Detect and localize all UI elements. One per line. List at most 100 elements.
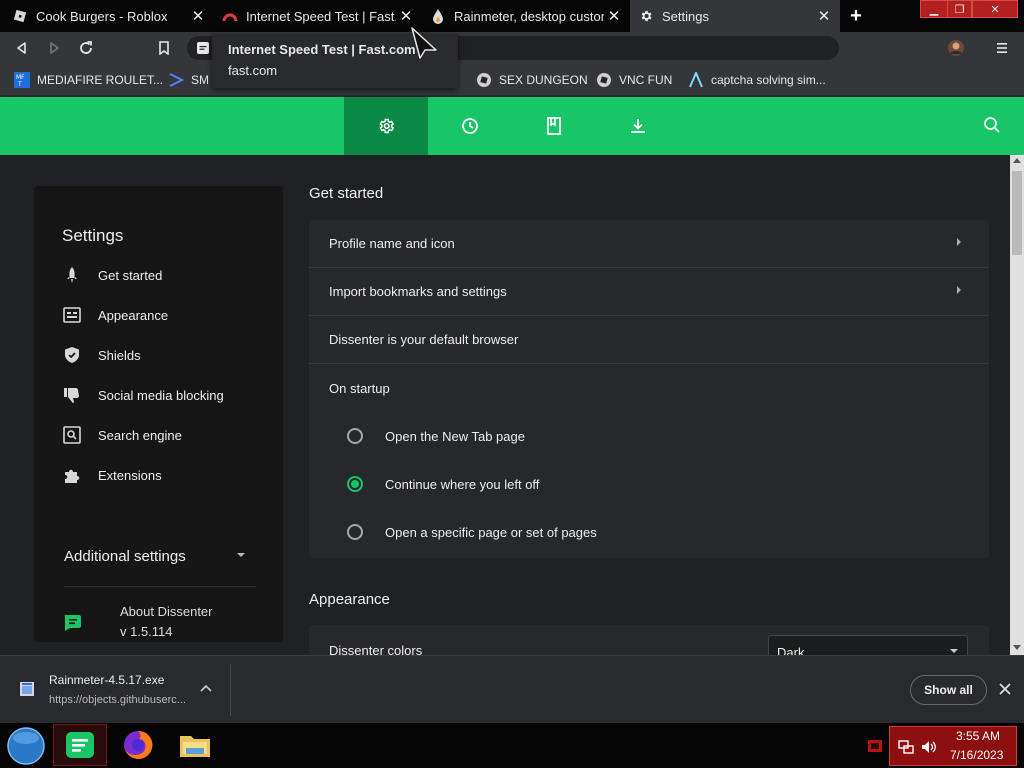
reload-button[interactable] bbox=[76, 38, 96, 58]
system-tray: 3:55 AM 7/16/2023 bbox=[889, 726, 1017, 766]
colors-select[interactable]: Dark bbox=[768, 635, 968, 655]
taskbar: 3:55 AM 7/16/2023 bbox=[0, 723, 1024, 768]
startup-option-specific-pages[interactable]: Open a specific page or set of pages bbox=[309, 508, 989, 556]
bookmark-mediafire[interactable]: MF T MEDIAFIRE ROULET... bbox=[14, 71, 163, 89]
search-engine-icon bbox=[62, 425, 82, 445]
minimize-button[interactable]: ▁ bbox=[920, 0, 948, 18]
profile-button[interactable] bbox=[946, 38, 966, 58]
download-filename: Rainmeter-4.5.17.exe bbox=[49, 673, 165, 687]
close-tab-icon[interactable]: ✕ bbox=[396, 6, 416, 26]
rocket-icon bbox=[62, 265, 82, 285]
menu-button[interactable] bbox=[992, 38, 1012, 58]
taskbar-dissenter[interactable] bbox=[53, 724, 107, 766]
tab-settings[interactable]: Settings ✕ bbox=[630, 0, 840, 32]
captcha-icon bbox=[688, 72, 704, 88]
download-icon bbox=[631, 119, 645, 133]
import-bookmarks-row[interactable]: Import bookmarks and settings bbox=[309, 268, 989, 316]
close-download-bar-button[interactable] bbox=[998, 682, 1012, 696]
back-button[interactable] bbox=[12, 38, 32, 58]
close-icon bbox=[999, 683, 1011, 695]
option-label: Open the New Tab page bbox=[385, 428, 525, 444]
close-window-button[interactable]: ✕ bbox=[972, 0, 1018, 18]
close-tab-icon[interactable]: ✕ bbox=[188, 6, 208, 26]
minimize-icon: ▁ bbox=[929, 3, 939, 16]
sidebar-item-social-media-blocking[interactable]: Social media blocking bbox=[62, 383, 224, 407]
settings-content: Settings Get started Appearance Shields … bbox=[0, 155, 1010, 655]
show-all-button[interactable]: Show all bbox=[910, 675, 987, 705]
bookmark-captcha[interactable]: captcha solving sim... bbox=[688, 71, 826, 89]
option-label: Continue where you left off bbox=[385, 476, 540, 492]
tab-title: Internet Speed Test | Fast.com bbox=[246, 8, 396, 24]
thumbs-down-icon bbox=[62, 385, 82, 405]
sidebar-item-appearance[interactable]: Appearance bbox=[62, 303, 168, 327]
profile-name-row[interactable]: Profile name and icon bbox=[309, 220, 989, 268]
clock-time: 3:55 AM bbox=[956, 729, 1001, 743]
downloads-nav-button[interactable] bbox=[596, 97, 680, 155]
volume-icon[interactable] bbox=[921, 740, 937, 754]
dissenter-icon bbox=[66, 732, 94, 758]
row-label: Dissenter is your default browser bbox=[329, 332, 519, 347]
sidebar-item-shields[interactable]: Shields bbox=[62, 343, 141, 367]
colors-label: Dissenter colors bbox=[329, 643, 423, 655]
chevron-up-icon[interactable] bbox=[200, 684, 212, 692]
scrollbar-thumb[interactable] bbox=[1012, 171, 1022, 255]
bookmark-button[interactable] bbox=[154, 38, 174, 58]
tab-fast[interactable]: Internet Speed Test | Fast.com ✕ bbox=[214, 0, 422, 32]
startup-option-new-tab[interactable]: Open the New Tab page bbox=[309, 412, 989, 460]
additional-settings-toggle[interactable]: Additional settings bbox=[64, 544, 254, 568]
tray-flag-icon[interactable] bbox=[868, 740, 882, 752]
network-icon[interactable] bbox=[898, 740, 914, 754]
scrollbar[interactable] bbox=[1010, 155, 1024, 655]
sidebar-item-label: Extensions bbox=[98, 467, 162, 483]
version-label: v 1.5.114 bbox=[120, 624, 173, 639]
chevron-right-icon bbox=[955, 285, 963, 295]
about-label: About Dissenter bbox=[120, 604, 213, 619]
close-tab-icon[interactable]: ✕ bbox=[814, 6, 834, 26]
history-nav-button[interactable] bbox=[428, 97, 512, 155]
sidebar-item-search-engine[interactable]: Search engine bbox=[62, 423, 182, 447]
roblox-icon bbox=[12, 8, 28, 24]
taskbar-firefox[interactable] bbox=[111, 724, 165, 766]
startup-option-continue[interactable]: Continue where you left off bbox=[309, 460, 989, 508]
radio-button[interactable] bbox=[347, 428, 363, 444]
tab-cook-burgers[interactable]: Cook Burgers - Roblox ✕ bbox=[0, 0, 214, 32]
download-item[interactable]: Rainmeter-4.5.17.exe https://objects.git… bbox=[0, 656, 232, 722]
hamburger-icon bbox=[997, 43, 1007, 53]
sidebar-item-label: Search engine bbox=[98, 427, 182, 443]
sidebar-item-extensions[interactable]: Extensions bbox=[62, 463, 162, 487]
bookmark-vnc-fun[interactable]: VNC FUN bbox=[596, 71, 672, 89]
restore-button[interactable]: ❐ bbox=[947, 0, 972, 18]
settings-nav-button[interactable] bbox=[344, 97, 428, 155]
radio-button-selected[interactable] bbox=[347, 476, 363, 492]
tab-title: Settings bbox=[662, 8, 709, 24]
bookmark-sm[interactable]: SM bbox=[168, 71, 209, 89]
folder-icon bbox=[180, 736, 210, 757]
reload-icon bbox=[80, 41, 92, 54]
bookmark-label: VNC FUN bbox=[619, 73, 673, 87]
sidebar-item-get-started[interactable]: Get started bbox=[62, 263, 162, 287]
chevron-right-icon bbox=[955, 237, 963, 247]
taskbar-explorer[interactable] bbox=[168, 724, 222, 766]
radio-button[interactable] bbox=[347, 524, 363, 540]
bookmarks-nav-button[interactable] bbox=[512, 97, 596, 155]
tab-strip: Cook Burgers - Roblox ✕ Internet Speed T… bbox=[0, 0, 1024, 32]
fast-icon bbox=[222, 8, 238, 24]
page-icon bbox=[196, 41, 210, 55]
shield-icon bbox=[62, 345, 82, 365]
sm-icon bbox=[168, 72, 184, 88]
forward-button[interactable] bbox=[44, 38, 64, 58]
close-tab-icon[interactable]: ✕ bbox=[604, 6, 624, 26]
new-tab-button[interactable]: + bbox=[845, 5, 867, 27]
bookmark-label: MEDIAFIRE ROULET... bbox=[37, 73, 164, 87]
scroll-up-icon[interactable] bbox=[1013, 157, 1021, 163]
settings-header bbox=[0, 97, 1024, 155]
tab-rainmeter[interactable]: Rainmeter, desktop customiz ✕ bbox=[422, 0, 630, 32]
start-button[interactable] bbox=[5, 725, 47, 767]
scroll-down-icon[interactable] bbox=[1013, 645, 1021, 651]
bookmarks-bar: MF T MEDIAFIRE ROULET... SM SEX DUNGEON V… bbox=[0, 64, 1024, 96]
mediafire-icon: MF T bbox=[14, 72, 30, 88]
about-dissenter-link[interactable]: About Dissenter v 1.5.114 bbox=[62, 604, 262, 644]
tooltip-url: fast.com bbox=[228, 63, 278, 78]
settings-search-button[interactable] bbox=[983, 116, 1003, 136]
bookmark-sex-dungeon[interactable]: SEX DUNGEON bbox=[476, 71, 588, 89]
